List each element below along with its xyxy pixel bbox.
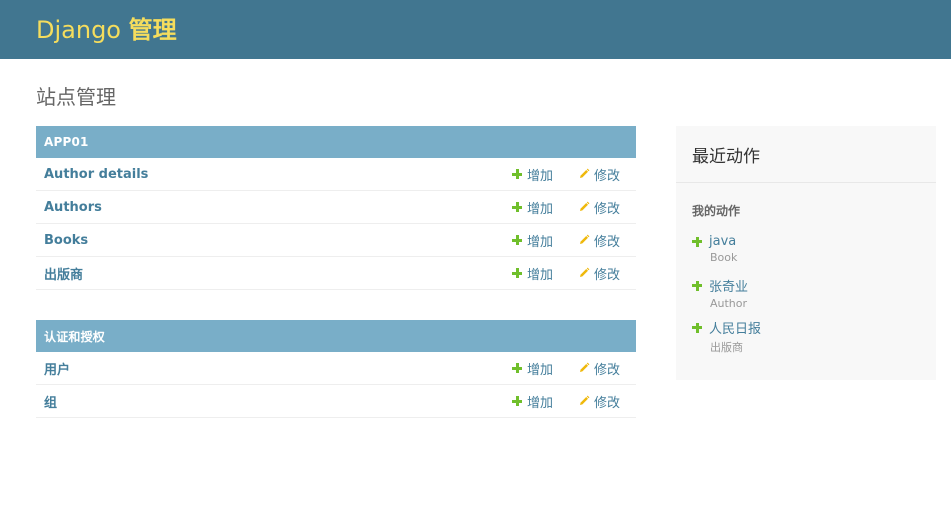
change-label: 修改: [594, 395, 621, 411]
recent-action-item: 张奇业 Author: [692, 276, 748, 310]
recent-action-type: 出版商: [710, 341, 743, 354]
model-row-books: Books 增加 修改: [36, 224, 636, 257]
change-link[interactable]: 修改: [578, 392, 620, 411]
recent-actions-title: 最近动作: [676, 126, 936, 183]
model-row-publishers: 出版商 增加 修改: [36, 257, 636, 290]
module-auth: 认证和授权 用户 增加 修改 组 增加 修改: [36, 320, 636, 418]
add-label: 增加: [527, 395, 554, 411]
plus-icon: [692, 280, 702, 291]
add-link[interactable]: 增加: [512, 359, 553, 378]
change-label: 修改: [594, 234, 621, 250]
change-label: 修改: [594, 267, 621, 283]
add-label: 增加: [527, 267, 554, 283]
recent-action-item: java Book: [692, 234, 737, 264]
add-link[interactable]: 增加: [512, 264, 553, 283]
module-app01: APP01 Author details 增加 修改 Authors 增加 修改…: [36, 126, 636, 290]
add-link[interactable]: 增加: [512, 231, 553, 250]
site-branding[interactable]: Django 管理: [36, 18, 177, 42]
model-link[interactable]: Books: [44, 233, 88, 248]
recent-action-type: Author: [710, 297, 748, 310]
pencil-icon: [580, 395, 590, 405]
change-label: 修改: [594, 168, 621, 184]
model-link[interactable]: Authors: [44, 200, 102, 215]
add-label: 增加: [527, 168, 554, 184]
plus-icon: [512, 202, 522, 212]
change-link[interactable]: 修改: [578, 231, 620, 250]
content: 站点管理 APP01 Author details 增加 修改 Authors …: [0, 59, 951, 531]
recent-action-item: 人民日报 出版商: [692, 318, 761, 355]
change-link[interactable]: 修改: [578, 198, 620, 217]
recent-actions-panel: 最近动作 我的动作 java Book 张奇业 Author 人民日报 出版商: [676, 126, 936, 380]
plus-icon: [512, 169, 522, 179]
model-row-authors: Authors 增加 修改: [36, 191, 636, 224]
add-label: 增加: [527, 362, 554, 378]
change-link[interactable]: 修改: [578, 359, 620, 378]
model-link[interactable]: 组: [44, 392, 57, 411]
header: Django 管理: [0, 0, 951, 59]
recent-action-link[interactable]: 张奇业: [709, 276, 748, 295]
brand-bold[interactable]: 管理: [129, 16, 177, 44]
change-link[interactable]: 修改: [578, 165, 620, 184]
change-label: 修改: [594, 201, 621, 217]
pencil-icon: [580, 234, 590, 244]
model-row-users: 用户 增加 修改: [36, 352, 636, 385]
add-label: 增加: [527, 201, 554, 217]
pencil-icon: [580, 201, 590, 211]
recent-action-link[interactable]: java: [709, 234, 736, 249]
pencil-icon: [580, 362, 590, 372]
add-link[interactable]: 增加: [512, 392, 553, 411]
brand-prefix[interactable]: Django: [36, 16, 129, 44]
add-label: 增加: [527, 234, 554, 250]
model-link[interactable]: Author details: [44, 167, 148, 182]
plus-icon: [512, 268, 522, 278]
plus-icon: [512, 363, 522, 373]
model-row-groups: 组 增加 修改: [36, 385, 636, 418]
plus-icon: [512, 396, 522, 406]
plus-icon: [692, 322, 702, 333]
add-link[interactable]: 增加: [512, 198, 553, 217]
plus-icon: [512, 235, 522, 245]
change-link[interactable]: 修改: [578, 264, 620, 283]
add-link[interactable]: 增加: [512, 165, 553, 184]
model-link[interactable]: 出版商: [44, 264, 83, 283]
pencil-icon: [580, 267, 590, 277]
recent-action-type: Book: [710, 251, 738, 264]
pencil-icon: [580, 168, 590, 178]
model-row-author-details: Author details 增加 修改: [36, 158, 636, 191]
module-caption[interactable]: 认证和授权: [36, 320, 636, 352]
module-caption[interactable]: APP01: [36, 126, 636, 158]
change-label: 修改: [594, 362, 621, 378]
model-link[interactable]: 用户: [44, 359, 70, 378]
my-actions-heading: 我的动作: [692, 204, 741, 218]
recent-action-link[interactable]: 人民日报: [709, 318, 761, 337]
plus-icon: [692, 236, 702, 247]
page-title: 站点管理: [36, 85, 116, 109]
